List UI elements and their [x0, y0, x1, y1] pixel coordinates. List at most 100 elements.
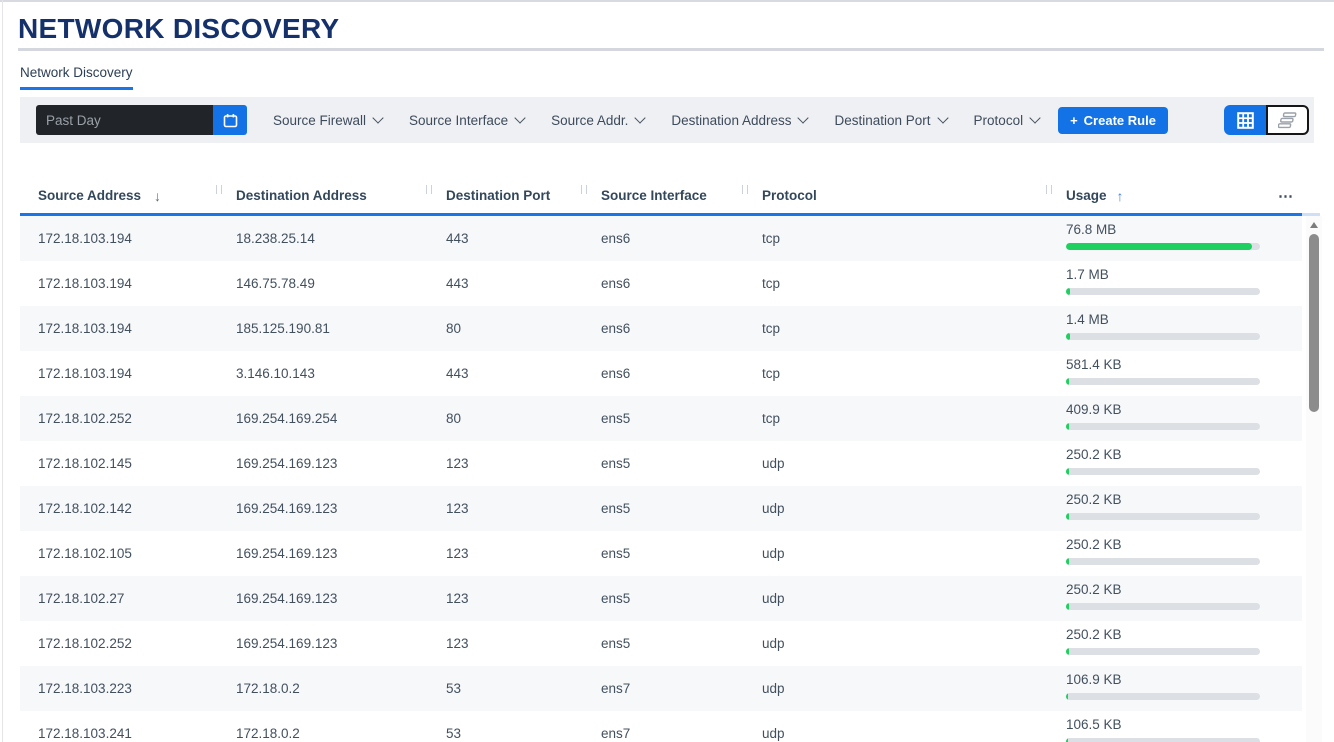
table-row[interactable]: 172.18.103.194 185.125.190.81 80 ens6 tc…: [20, 306, 1302, 351]
table-row[interactable]: 172.18.103.194 146.75.78.49 443 ens6 tcp…: [20, 261, 1302, 306]
calendar-button[interactable]: [213, 105, 247, 135]
filter-dropdown[interactable]: Source Addr.: [551, 113, 644, 128]
cell-usage: 106.9 KB: [1048, 666, 1270, 711]
filter-dropdown[interactable]: Source Firewall: [273, 113, 382, 128]
column-label: Destination Address: [236, 188, 367, 203]
usage-bar-fill: [1066, 603, 1069, 610]
cell-source-interface: ens5: [583, 441, 744, 486]
column-header-destination-port[interactable]: Destination Port: [428, 178, 583, 213]
cell-source-address: 172.18.103.194: [20, 306, 218, 351]
filter-dropdown-label: Protocol: [974, 113, 1024, 128]
filter-dropdown[interactable]: Destination Address: [671, 113, 807, 128]
usage-bar-track: [1066, 243, 1260, 250]
cell-spacer: [1270, 396, 1302, 441]
cell-destination-port: 443: [428, 261, 583, 306]
calendar-icon: [223, 113, 238, 128]
usage-value: 76.8 MB: [1066, 222, 1270, 237]
plus-icon: +: [1070, 113, 1078, 128]
filter-dropdown[interactable]: Source Interface: [409, 113, 524, 128]
chevron-down-icon: [514, 112, 525, 123]
usage-value: 106.9 KB: [1066, 672, 1270, 687]
table-row[interactable]: 172.18.102.142 169.254.169.123 123 ens5 …: [20, 486, 1302, 531]
usage-bar-track: [1066, 693, 1260, 700]
cell-protocol: udp: [744, 711, 1048, 742]
tab-network-discovery[interactable]: Network Discovery: [20, 65, 133, 80]
cell-source-interface: ens7: [583, 666, 744, 711]
table-row[interactable]: 172.18.102.252 169.254.169.254 80 ens5 t…: [20, 396, 1302, 441]
cell-source-interface: ens5: [583, 486, 744, 531]
cell-destination-address: 169.254.169.123: [218, 441, 428, 486]
cell-spacer: [1270, 711, 1302, 742]
column-options-button[interactable]: ⋯: [1270, 178, 1302, 213]
column-label: Source Interface: [601, 188, 707, 203]
usage-bar-fill: [1066, 333, 1070, 340]
cell-source-interface: ens5: [583, 576, 744, 621]
date-range-input[interactable]: [36, 105, 213, 135]
create-rule-button[interactable]: + Create Rule: [1058, 107, 1168, 134]
cell-spacer: [1270, 531, 1302, 576]
filter-dropdown[interactable]: Protocol: [974, 113, 1040, 128]
column-separator: [581, 185, 587, 194]
column-header-usage[interactable]: Usage ↑: [1048, 178, 1270, 213]
cell-protocol: udp: [744, 486, 1048, 531]
cell-protocol: tcp: [744, 351, 1048, 396]
table-row[interactable]: 172.18.102.145 169.254.169.123 123 ens5 …: [20, 441, 1302, 486]
cell-destination-address: 3.146.10.143: [218, 351, 428, 396]
table-row[interactable]: 172.18.103.194 3.146.10.143 443 ens6 tcp…: [20, 351, 1302, 396]
column-separator: [742, 185, 748, 194]
cell-spacer: [1270, 441, 1302, 486]
filter-dropdown-label: Source Firewall: [273, 113, 366, 128]
page-title: NETWORK DISCOVERY: [18, 13, 339, 45]
cell-usage: 1.4 MB: [1048, 306, 1270, 351]
table-view-button[interactable]: [1224, 105, 1266, 135]
column-separator: [1046, 185, 1052, 194]
cell-destination-port: 123: [428, 531, 583, 576]
cell-usage: 106.5 KB: [1048, 711, 1270, 742]
column-header-source-interface[interactable]: Source Interface: [583, 178, 744, 213]
column-label: Destination Port: [446, 188, 550, 203]
usage-value: 106.5 KB: [1066, 717, 1270, 732]
column-header-destination-address[interactable]: Destination Address: [218, 178, 428, 213]
usage-bar-track: [1066, 378, 1260, 385]
cell-usage: 250.2 KB: [1048, 531, 1270, 576]
usage-bar-track: [1066, 513, 1260, 520]
table-row[interactable]: 172.18.102.105 169.254.169.123 123 ens5 …: [20, 531, 1302, 576]
filter-dropdown[interactable]: Destination Port: [834, 113, 946, 128]
column-separator: [216, 185, 222, 194]
cell-destination-port: 80: [428, 396, 583, 441]
table-row[interactable]: 172.18.102.27 169.254.169.123 123 ens5 u…: [20, 576, 1302, 621]
cell-destination-port: 443: [428, 351, 583, 396]
cell-source-interface: ens6: [583, 351, 744, 396]
cell-destination-address: 169.254.169.254: [218, 396, 428, 441]
cell-destination-port: 123: [428, 576, 583, 621]
cell-destination-address: 169.254.169.123: [218, 576, 428, 621]
cell-usage: 250.2 KB: [1048, 441, 1270, 486]
flow-view-button[interactable]: [1266, 105, 1309, 135]
column-separator: [426, 185, 432, 194]
table-row[interactable]: 172.18.103.241 172.18.0.2 53 ens7 udp 10…: [20, 711, 1302, 742]
cell-destination-address: 18.238.25.14: [218, 216, 428, 261]
cell-destination-port: 123: [428, 621, 583, 666]
cell-spacer: [1270, 351, 1302, 396]
column-header-protocol[interactable]: Protocol: [744, 178, 1048, 213]
scrollbar-thumb[interactable]: [1309, 234, 1319, 412]
column-header-source-address[interactable]: Source Address ↓: [20, 178, 218, 213]
usage-bar-track: [1066, 558, 1260, 565]
ellipsis-icon: ⋯: [1278, 187, 1294, 205]
filter-toolbar: Source Firewall Source Interface Source …: [20, 97, 1314, 143]
cell-spacer: [1270, 576, 1302, 621]
active-tab-underline: [20, 87, 133, 90]
usage-bar-track: [1066, 603, 1260, 610]
cell-destination-address: 185.125.190.81: [218, 306, 428, 351]
table-row[interactable]: 172.18.103.223 172.18.0.2 53 ens7 udp 10…: [20, 666, 1302, 711]
cell-usage: 409.9 KB: [1048, 396, 1270, 441]
scroll-up-arrow-icon[interactable]: [1310, 222, 1318, 228]
sort-asc-icon: ↑: [1117, 188, 1124, 204]
cell-source-interface: ens5: [583, 531, 744, 576]
cell-usage: 250.2 KB: [1048, 486, 1270, 531]
cell-destination-address: 169.254.169.123: [218, 531, 428, 576]
table-row[interactable]: 172.18.102.252 169.254.169.123 123 ens5 …: [20, 621, 1302, 666]
table-header-row: Source Address ↓ Destination Address Des…: [20, 178, 1302, 213]
date-range-group: [36, 105, 247, 135]
table-row[interactable]: 172.18.103.194 18.238.25.14 443 ens6 tcp…: [20, 216, 1302, 261]
